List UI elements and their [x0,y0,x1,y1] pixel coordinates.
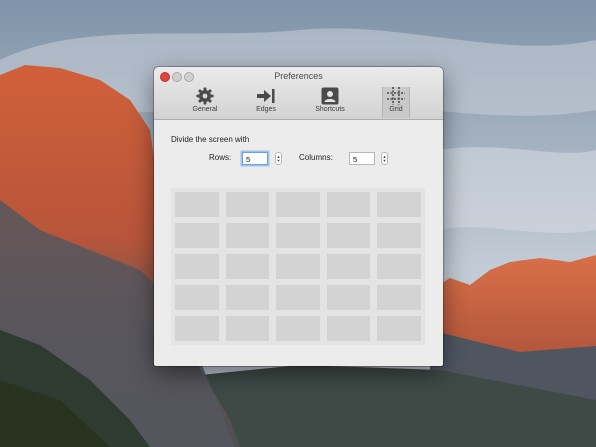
window-title: Preferences [274,71,323,81]
grid-icon [386,87,406,105]
stepper-down-icon: ▼ [382,157,387,163]
grid-cell [326,192,371,217]
grid-cell [377,192,421,217]
grid-cell [326,285,371,310]
columns-input[interactable]: 5 [349,152,375,165]
grid-heading: Divide the screen with [171,135,250,144]
grid-cell [326,254,371,279]
grid-cell [377,285,421,310]
grid-cell [276,254,320,279]
grid-cell [276,285,320,310]
window-toolbar: Preferences General Edges Shortcuts Grid [154,67,443,120]
grid-cell [175,316,219,341]
grid-cell [225,316,270,341]
grid-cell [175,285,219,310]
rows-input[interactable]: 5 [242,152,268,165]
columns-label: Columns: [299,153,333,162]
grid-cell [326,223,371,248]
grid-cell [175,192,219,217]
grid-cell [377,223,421,248]
grid-cell [175,223,219,248]
person-card-icon [320,87,340,105]
tab-shortcuts[interactable]: Shortcuts [307,87,353,118]
tab-edges[interactable]: Edges [243,87,289,118]
preferences-window: Preferences General Edges Shortcuts Grid… [154,67,443,366]
grid-cell [377,254,421,279]
tab-shortcuts-label: Shortcuts [315,106,345,113]
tab-edges-label: Edges [256,106,276,113]
grid-cell [377,316,421,341]
tab-grid-label: Grid [389,106,403,113]
grid-cell [276,316,320,341]
rows-label: Rows: [209,153,232,162]
rows-stepper[interactable]: ▲ ▼ [275,152,282,165]
grid-cell [225,223,270,248]
columns-stepper[interactable]: ▲ ▼ [381,152,388,165]
grid-cell [326,316,371,341]
tab-general[interactable]: General [182,87,228,118]
grid-cell [276,192,320,217]
grid-cell [225,192,270,217]
grid-cell [225,254,270,279]
grid-cell [225,285,270,310]
tab-grid[interactable]: Grid [382,87,410,118]
stepper-down-icon: ▼ [276,157,281,163]
tab-general-label: General [192,106,218,113]
grid-cell [276,223,320,248]
arrow-to-edge-icon [256,87,276,105]
gear-icon [195,87,215,105]
grid-cell [175,254,219,279]
grid-preview [171,188,425,345]
grid-settings-pane: Divide the screen with Rows: 5 ▲ ▼ Colum… [154,120,443,366]
